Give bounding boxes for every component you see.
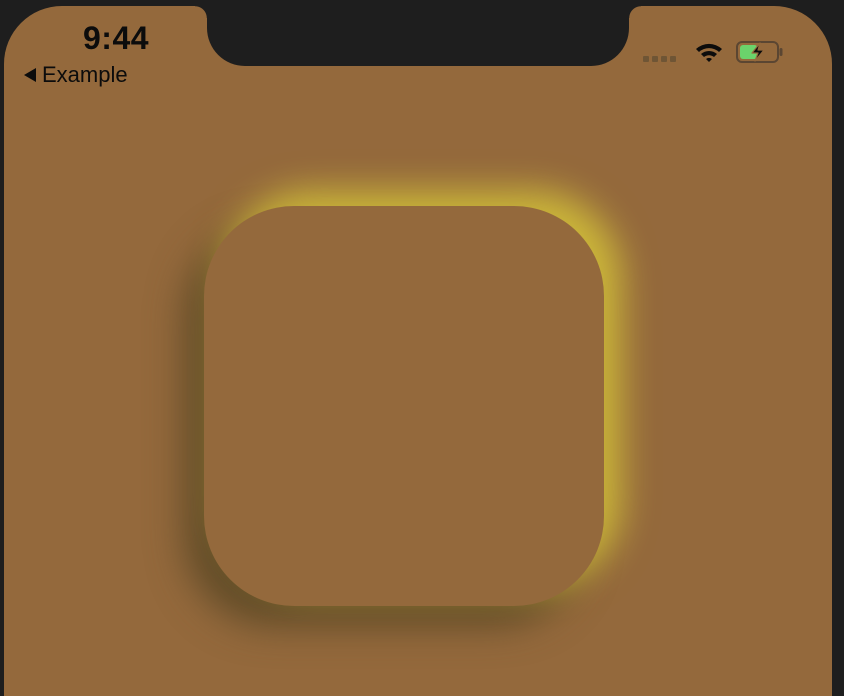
- device-screen: 9:44 Example: [4, 6, 832, 696]
- cellular-signal-icon: [643, 56, 676, 62]
- back-button[interactable]: Example: [24, 62, 128, 88]
- wifi-icon: [696, 43, 722, 62]
- battery-charging-icon: [736, 41, 783, 63]
- device-notch: [195, 6, 641, 66]
- back-triangle-icon: [24, 68, 36, 82]
- back-button-label: Example: [42, 62, 128, 87]
- status-time: 9:44: [83, 20, 150, 56]
- neumorphic-card: [204, 206, 604, 606]
